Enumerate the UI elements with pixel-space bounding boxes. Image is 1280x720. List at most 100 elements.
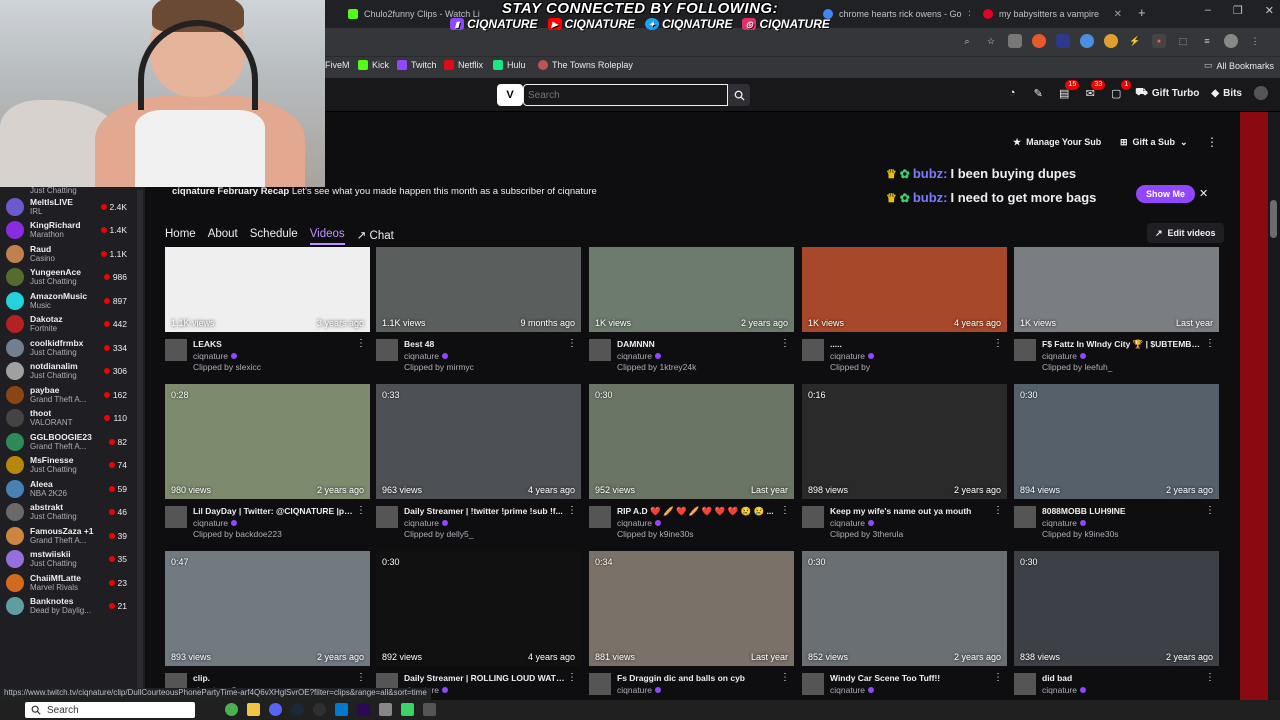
app-icon[interactable] [401,703,414,716]
channel-avatar[interactable] [802,673,824,695]
bookmark-hulu[interactable]: Hulu [493,60,526,70]
clip-card[interactable]: 0:30 852 views 2 years ago Windy Car Scene … [802,551,1007,709]
clip-channel[interactable]: ciqnature [617,518,661,528]
discord-icon[interactable] [269,703,282,716]
clip-title[interactable]: 8088MOBB LUH9INE [1042,506,1204,516]
more-options-icon[interactable]: ⋮ [567,672,577,683]
channel-avatar[interactable] [165,339,187,361]
more-options-icon[interactable]: ⋮ [356,672,366,683]
sidebar-channel[interactable]: Dakotaz Fortnite 442 [0,313,145,337]
tab-chat[interactable]: ↗ Chat [357,228,394,245]
clip-thumbnail[interactable]: 0:28 980 views 2 years ago [165,384,370,499]
sidebar-channel[interactable]: FamousZaza +1 Grand Theft A... 39 [0,524,145,548]
tab-about[interactable]: About [208,228,238,245]
clip-thumbnail[interactable]: 0:30 952 views Last year [589,384,794,499]
more-options-icon[interactable]: ⋮ [1206,135,1218,149]
more-options-icon[interactable]: ⋮ [993,505,1003,516]
clip-card[interactable]: 1.1K views 9 months ago Best 48 ciqnature Cl… [376,247,581,375]
clip-channel[interactable]: ciqnature [404,518,448,528]
sidebar-channel[interactable]: paybae Grand Theft A... 162 [0,383,145,407]
clip-title[interactable]: F$ Fattz In WIndy City 🏆 | $UBTEMBE... [1042,339,1204,350]
clip-thumbnail[interactable]: 1K views Last year [1014,247,1219,332]
extension-icon[interactable] [1080,34,1094,48]
clip-card[interactable]: 1K views Last year F$ Fattz In WIndy City … [1014,247,1219,375]
browser-menu-icon[interactable]: ⋮ [1248,34,1262,48]
channel-avatar[interactable] [376,339,398,361]
close-tab-icon[interactable]: ✕ [968,9,970,20]
clip-channel[interactable]: ciqnature [830,685,874,695]
clip-thumbnail[interactable]: 0:30 852 views 2 years ago [802,551,1007,666]
clip-channel[interactable]: ciqnature [830,351,874,361]
extension-icon[interactable]: ● [1152,34,1166,48]
clip-card[interactable]: 0:34 881 views Last year Fs Draggin dic and… [589,551,794,709]
more-options-icon[interactable]: ⋮ [1205,338,1215,349]
extension-stats-icon[interactable]: ✎ [1031,86,1045,100]
app-icon[interactable] [423,703,436,716]
clip-channel[interactable]: ciqnature [617,685,661,695]
clip-thumbnail[interactable]: 1K views 2 years ago [589,247,794,332]
sidebar-channel[interactable]: Banknotes Dead by Daylig... 21 [0,595,145,619]
steam-icon[interactable] [291,703,304,716]
more-options-icon[interactable]: ⋮ [567,505,577,516]
whispers-icon[interactable]: ✉ 33 [1083,80,1106,100]
channel-avatar[interactable] [802,339,824,361]
show-me-button[interactable]: Show Me [1136,185,1196,203]
clip-title[interactable]: LEAKS [193,339,355,349]
clip-thumbnail[interactable]: 0:16 898 views 2 years ago [802,384,1007,499]
clip-channel[interactable]: ciqnature [1042,685,1086,695]
clip-card[interactable]: 0:30 892 views 4 years ago Daily Streamer |… [376,551,581,709]
channel-avatar[interactable] [1014,673,1036,695]
clip-title[interactable]: Lil DayDay | Twitter: @CIQNATURE |pri... [193,506,355,516]
more-options-icon[interactable]: ⋮ [993,672,1003,683]
clip-card[interactable]: 1.1K views 3 years ago LEAKS ciqnature Clipp… [165,247,370,375]
sidebar-channel[interactable]: abstrakt Just Chatting 46 [0,501,145,525]
clip-channel[interactable]: ciqnature [1042,518,1086,528]
sidebar-channel[interactable]: KingRichard Marathon 1.4K [0,219,145,243]
channel-avatar[interactable] [589,506,611,528]
clip-channel[interactable]: ciqnature [404,351,448,361]
clip-card[interactable]: 0:33 963 views 4 years ago Daily Streamer |… [376,384,581,542]
close-recap-icon[interactable]: ✕ [1199,187,1208,200]
search-input[interactable] [523,84,728,106]
chrome-icon[interactable] [225,703,238,716]
extension-icon[interactable] [1056,34,1070,48]
clip-title[interactable]: did bad [1042,673,1204,683]
more-options-icon[interactable]: ⋮ [1205,505,1215,516]
close-window-button[interactable]: ✕ [1265,4,1274,17]
more-options-icon[interactable]: ⋮ [356,505,366,516]
clip-card[interactable]: 0:30 952 views Last year RIP A.D ❤️ 🥖 ❤️ 🥖 … [589,384,794,542]
new-tab-button[interactable]: + [1138,5,1146,20]
more-options-icon[interactable]: ⋮ [1205,672,1215,683]
sidebar-channel[interactable]: coolkidfrmbx Just Chatting 334 [0,336,145,360]
vscode-icon[interactable] [335,703,348,716]
more-options-icon[interactable]: ⋮ [780,338,790,349]
sidebar-channel[interactable]: GGLBOOGIE23 Grand Theft A... 82 [0,430,145,454]
clip-card[interactable]: 0:28 980 views 2 years ago Lil DayDay | Twi… [165,384,370,542]
zoom-icon[interactable]: ⌕ [960,34,974,48]
file-explorer-icon[interactable] [247,703,260,716]
gift-turbo-button[interactable]: ⛟ Gift Turbo [1135,87,1199,100]
clip-channel[interactable]: ciqnature [193,518,237,528]
sidebar-channel[interactable]: ChaiiMfLatte Marvel Rivals 23 [0,571,145,595]
clip-thumbnail[interactable]: 1.1K views 9 months ago [376,247,581,332]
clip-card[interactable]: 1K views 2 years ago DAMNNN ciqnature Clippe… [589,247,794,375]
obs-icon[interactable] [313,703,326,716]
clip-thumbnail[interactable]: 0:33 963 views 4 years ago [376,384,581,499]
user-avatar[interactable] [1254,86,1268,100]
clip-card[interactable]: 0:30 838 views 2 years ago did bad ciqnature… [1014,551,1219,709]
bookmark-kick[interactable]: Kick [358,60,389,70]
clip-title[interactable]: clip. [193,673,355,683]
clip-thumbnail[interactable]: 1K views 4 years ago [802,247,1007,332]
clip-channel[interactable]: ciqnature [830,518,874,528]
more-options-icon[interactable]: ⋮ [780,505,790,516]
drops-icon[interactable]: ◔ [1005,86,1019,100]
channel-avatar[interactable] [589,673,611,695]
clip-thumbnail[interactable]: 1.1K views 3 years ago [165,247,370,332]
channel-avatar[interactable] [1014,506,1036,528]
clip-thumbnail[interactable]: 0:30 838 views 2 years ago [1014,551,1219,666]
sidebar-channel[interactable]: YungeenAce Just Chatting 986 [0,266,145,290]
clip-title[interactable]: Windy Car Scene Too Tuff!! [830,673,992,683]
more-options-icon[interactable]: ⋮ [780,672,790,683]
clip-card[interactable]: 0:47893 views2 years agoclip.ciqnature⋮ [165,551,370,709]
clip-title[interactable]: Daily Streamer | !twitter !prime !sub !f… [404,506,566,516]
